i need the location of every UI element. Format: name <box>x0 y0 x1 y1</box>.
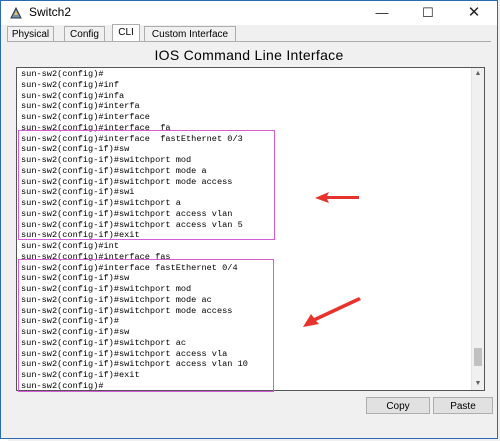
tab-cli[interactable]: CLI <box>112 24 140 41</box>
tab-physical[interactable]: Physical <box>7 26 54 41</box>
scroll-up-icon[interactable]: ▲ <box>472 68 484 80</box>
tab-custom-interface[interactable]: Custom Interface <box>144 26 236 41</box>
highlight-box-fa0-4 <box>18 259 274 392</box>
page-title: IOS Command Line Interface <box>154 47 344 63</box>
title-bar: Switch2 — ☐ ✕ <box>1 1 497 25</box>
tab-config[interactable]: Config <box>64 26 105 41</box>
console-line: sun-sw2(config)#interface <box>21 112 150 122</box>
app-window: Switch2 — ☐ ✕ Physical Config CLI Custom… <box>0 0 498 439</box>
arrow-annotation-icon <box>303 297 361 327</box>
console-line: sun-sw2(config)#infa <box>21 90 125 101</box>
app-icon <box>10 6 22 19</box>
window-title: Switch2 <box>29 5 72 19</box>
highlight-box-fa0-3 <box>18 130 275 240</box>
close-icon[interactable]: ✕ <box>451 1 497 25</box>
console-line: sun-sw2(config)# <box>21 69 104 79</box>
scroll-down-icon[interactable]: ▼ <box>472 378 484 390</box>
copy-button[interactable]: Copy <box>366 397 430 414</box>
scroll-thumb[interactable] <box>474 348 482 366</box>
console-line: sun-sw2(config)#int <box>21 241 119 251</box>
paste-button[interactable]: Paste <box>433 397 493 414</box>
arrow-annotation-icon <box>315 192 359 203</box>
maximize-icon[interactable]: ☐ <box>405 1 451 25</box>
console-line: sun-sw2(config)#inf <box>21 79 119 90</box>
console-scrollbar[interactable]: ▲ ▼ <box>471 68 484 390</box>
minimize-icon[interactable]: — <box>359 1 405 25</box>
console-line: sun-sw2(config)#interfa <box>21 101 140 112</box>
